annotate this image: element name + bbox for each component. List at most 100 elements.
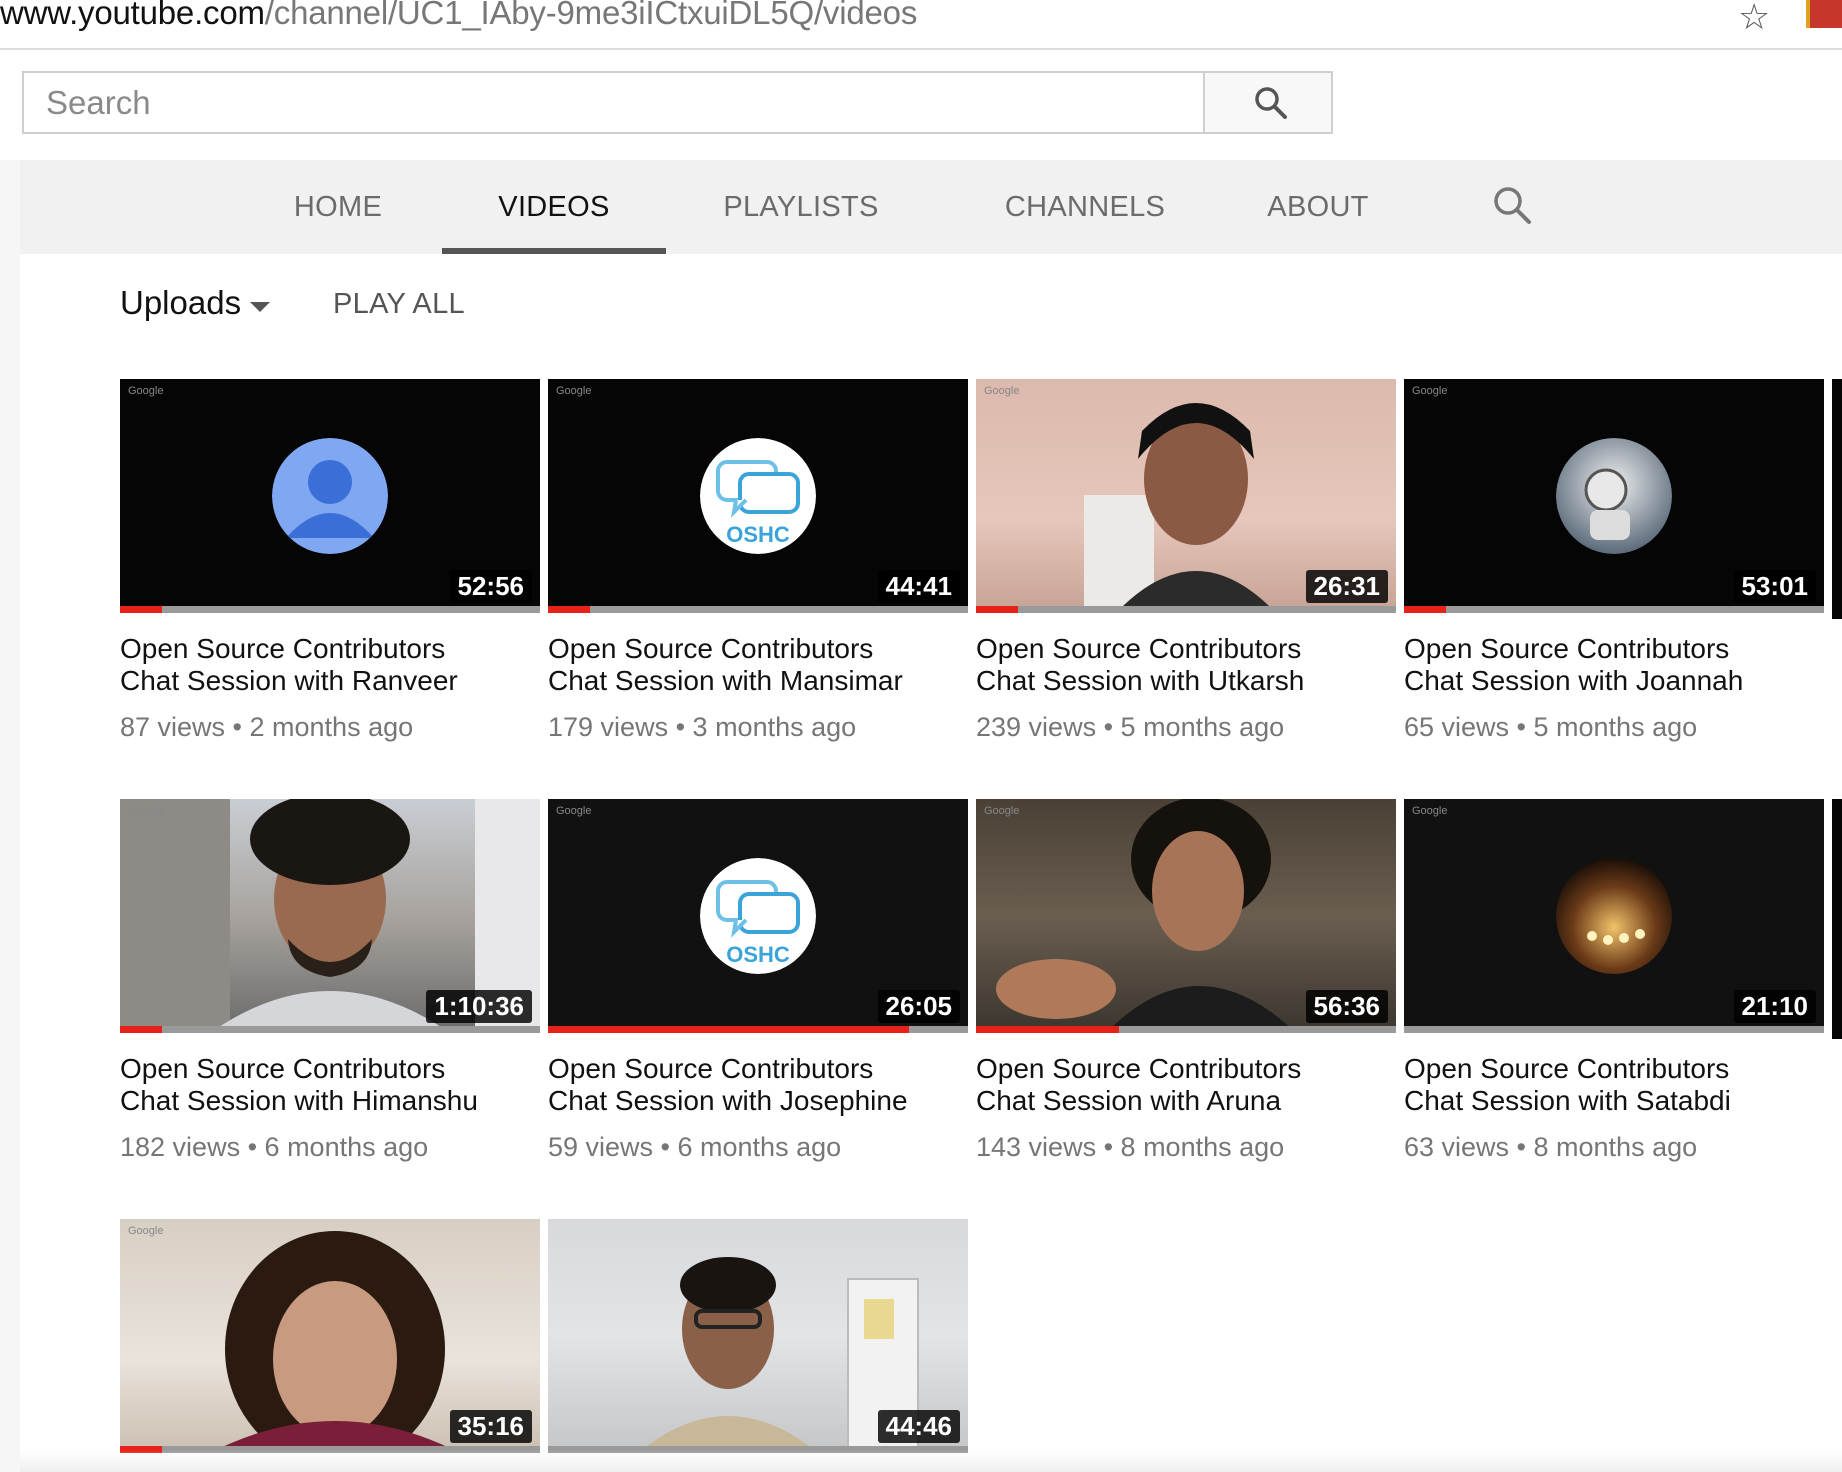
active-tab-indicator [442, 248, 666, 254]
video-card[interactable]: Google 52:56 Open Source Contributors Cha… [120, 379, 540, 743]
watch-progress-bar [976, 606, 1396, 613]
watermark: Google [556, 385, 592, 397]
duration-badge: 44:41 [877, 570, 960, 603]
video-card[interactable]: Google 1:10:36 Open Source Contributors C… [120, 799, 540, 1163]
video-thumbnail[interactable]: Google 21:10 [1404, 799, 1824, 1033]
duration-badge: 56:36 [1305, 990, 1388, 1023]
video-meta: 59 views • 6 months ago [548, 1132, 842, 1162]
tab-about[interactable]: ABOUT [1250, 160, 1386, 254]
duration-badge: 26:05 [877, 990, 960, 1023]
video-card[interactable]: Google 21:10 Open Source Contributors Cha… [1404, 799, 1824, 1163]
video-title[interactable]: Open Source Contributors Chat Session wit… [548, 1053, 968, 1117]
offscreen-video-thumbnail[interactable] [1832, 379, 1842, 619]
video-card[interactable]: Google OSHC 44:41 Open Source Contributo… [548, 379, 968, 743]
video-title[interactable]: Open Source Contributors Chat Session wit… [1404, 633, 1824, 697]
title-line: Chat Session with Satabdi [1404, 1085, 1731, 1116]
video-card[interactable]: Google 53:01 Open Source Contributors Cha… [1404, 379, 1824, 743]
watermark: Google [128, 385, 164, 397]
title-line: Open Source Contributors [548, 633, 874, 664]
watermark: Google [128, 805, 164, 817]
video-meta: 239 views • 5 months ago [976, 712, 1285, 742]
title-line: Open Source Contributors [976, 633, 1302, 664]
view-count: 63 views [1404, 1132, 1510, 1162]
oshc-logo-icon: OSHC [700, 858, 816, 974]
upload-age: 5 months ago [1533, 712, 1698, 742]
watch-progress-bar [1404, 606, 1824, 613]
title-line: Chat Session with Himanshu [120, 1085, 478, 1116]
channel-search-button[interactable] [1493, 186, 1533, 231]
video-thumbnail[interactable]: Google 26:31 [976, 379, 1396, 613]
video-card[interactable]: Google 35:16 [120, 1219, 540, 1453]
watch-progress-bar [976, 1026, 1396, 1033]
video-title[interactable]: Open Source Contributors Chat Session wit… [120, 633, 540, 697]
video-thumbnail[interactable]: Google 53:01 [1404, 379, 1824, 613]
watermark: Google [984, 805, 1020, 817]
video-title[interactable]: Open Source Contributors Chat Session wit… [120, 1053, 540, 1117]
video-meta: 179 views • 3 months ago [548, 712, 857, 742]
view-count: 179 views [548, 712, 669, 742]
bookmark-star-icon[interactable]: ☆ [1738, 0, 1770, 38]
video-card[interactable]: Google 56:36 Open Source Contributors Cha… [976, 799, 1396, 1163]
oshc-logo-icon: OSHC [700, 438, 816, 554]
video-card[interactable]: Google 26:31 Open Source Contributors Cha… [976, 379, 1396, 743]
watch-progress-bar [1404, 1026, 1824, 1033]
upload-age: 8 months ago [1533, 1132, 1698, 1162]
video-thumbnail[interactable]: Google 56:36 [976, 799, 1396, 1033]
profile-photo-image [1556, 858, 1672, 974]
url-host: www.youtube.com [0, 0, 265, 31]
upload-age: 8 months ago [1120, 1132, 1285, 1162]
duration-badge: 44:46 [877, 1410, 960, 1443]
video-meta: 182 views • 6 months ago [120, 1132, 429, 1162]
search-button[interactable] [1203, 71, 1333, 134]
watch-progress-bar [548, 1026, 968, 1033]
svg-text:OSHC: OSHC [726, 522, 790, 547]
video-card[interactable]: 44:46 [548, 1219, 968, 1453]
uploads-dropdown[interactable]: Uploads [120, 284, 241, 322]
url-text[interactable]: www.youtube.com/channel/UC1_IAby-9me3iIC… [0, 0, 917, 32]
video-title[interactable]: Open Source Contributors Chat Session wit… [976, 1053, 1396, 1117]
search-icon [1255, 87, 1287, 119]
watch-progress-fill [976, 606, 1018, 613]
video-thumbnail[interactable]: Google 52:56 [120, 379, 540, 613]
video-thumbnail[interactable]: Google OSHC 44:41 [548, 379, 968, 613]
watch-progress-fill [120, 606, 162, 613]
duration-badge: 35:16 [449, 1410, 532, 1443]
watch-progress-fill [976, 1026, 1119, 1033]
video-meta: 63 views • 8 months ago [1404, 1132, 1698, 1162]
browser-address-bar[interactable]: www.youtube.com/channel/UC1_IAby-9me3iIC… [0, 0, 1842, 50]
title-line: Open Source Contributors [120, 1053, 446, 1084]
video-title[interactable]: Open Source Contributors Chat Session wit… [1404, 1053, 1824, 1117]
search-input[interactable] [22, 71, 1205, 134]
title-line: Chat Session with Aruna [976, 1085, 1282, 1116]
video-thumbnail[interactable]: Google OSHC 26:05 [548, 799, 968, 1033]
chevron-down-icon[interactable] [250, 302, 270, 312]
offscreen-video-thumbnail[interactable] [1832, 799, 1842, 1039]
extension-icon[interactable] [1806, 0, 1842, 28]
tab-channels[interactable]: CHANNELS [982, 160, 1188, 254]
watermark: Google [984, 385, 1020, 397]
left-rail [0, 160, 20, 1472]
tab-videos[interactable]: VIDEOS [442, 160, 666, 254]
url-path: /channel/UC1_IAby-9me3iICtxuiDL5Q/videos [264, 0, 918, 31]
video-thumbnail[interactable]: 44:46 [548, 1219, 968, 1453]
title-line: Chat Session with Joannah [1404, 665, 1744, 696]
watch-progress-fill [548, 1026, 910, 1033]
video-title[interactable]: Open Source Contributors Chat Session wit… [548, 633, 968, 697]
video-title[interactable]: Open Source Contributors Chat Session wit… [976, 633, 1396, 697]
watch-progress-bar [548, 606, 968, 613]
title-line: Open Source Contributors [1404, 1053, 1730, 1084]
watermark: Google [1412, 805, 1448, 817]
view-count: 143 views [976, 1132, 1097, 1162]
title-line: Open Source Contributors [976, 1053, 1302, 1084]
title-line: Chat Session with Josephine [548, 1085, 908, 1116]
video-thumbnail[interactable]: Google 35:16 [120, 1219, 540, 1453]
tab-home[interactable]: HOME [262, 160, 414, 254]
tab-playlists[interactable]: PLAYLISTS [700, 160, 902, 254]
video-thumbnail[interactable]: Google 1:10:36 [120, 799, 540, 1033]
play-all-button[interactable]: PLAY ALL [333, 288, 465, 321]
video-card[interactable]: Google OSHC 26:05 Open Source Contributo… [548, 799, 968, 1163]
watermark: Google [128, 1225, 164, 1237]
view-count: 182 views [120, 1132, 241, 1162]
watch-progress-bar [120, 606, 540, 613]
watermark: Google [1412, 385, 1448, 397]
